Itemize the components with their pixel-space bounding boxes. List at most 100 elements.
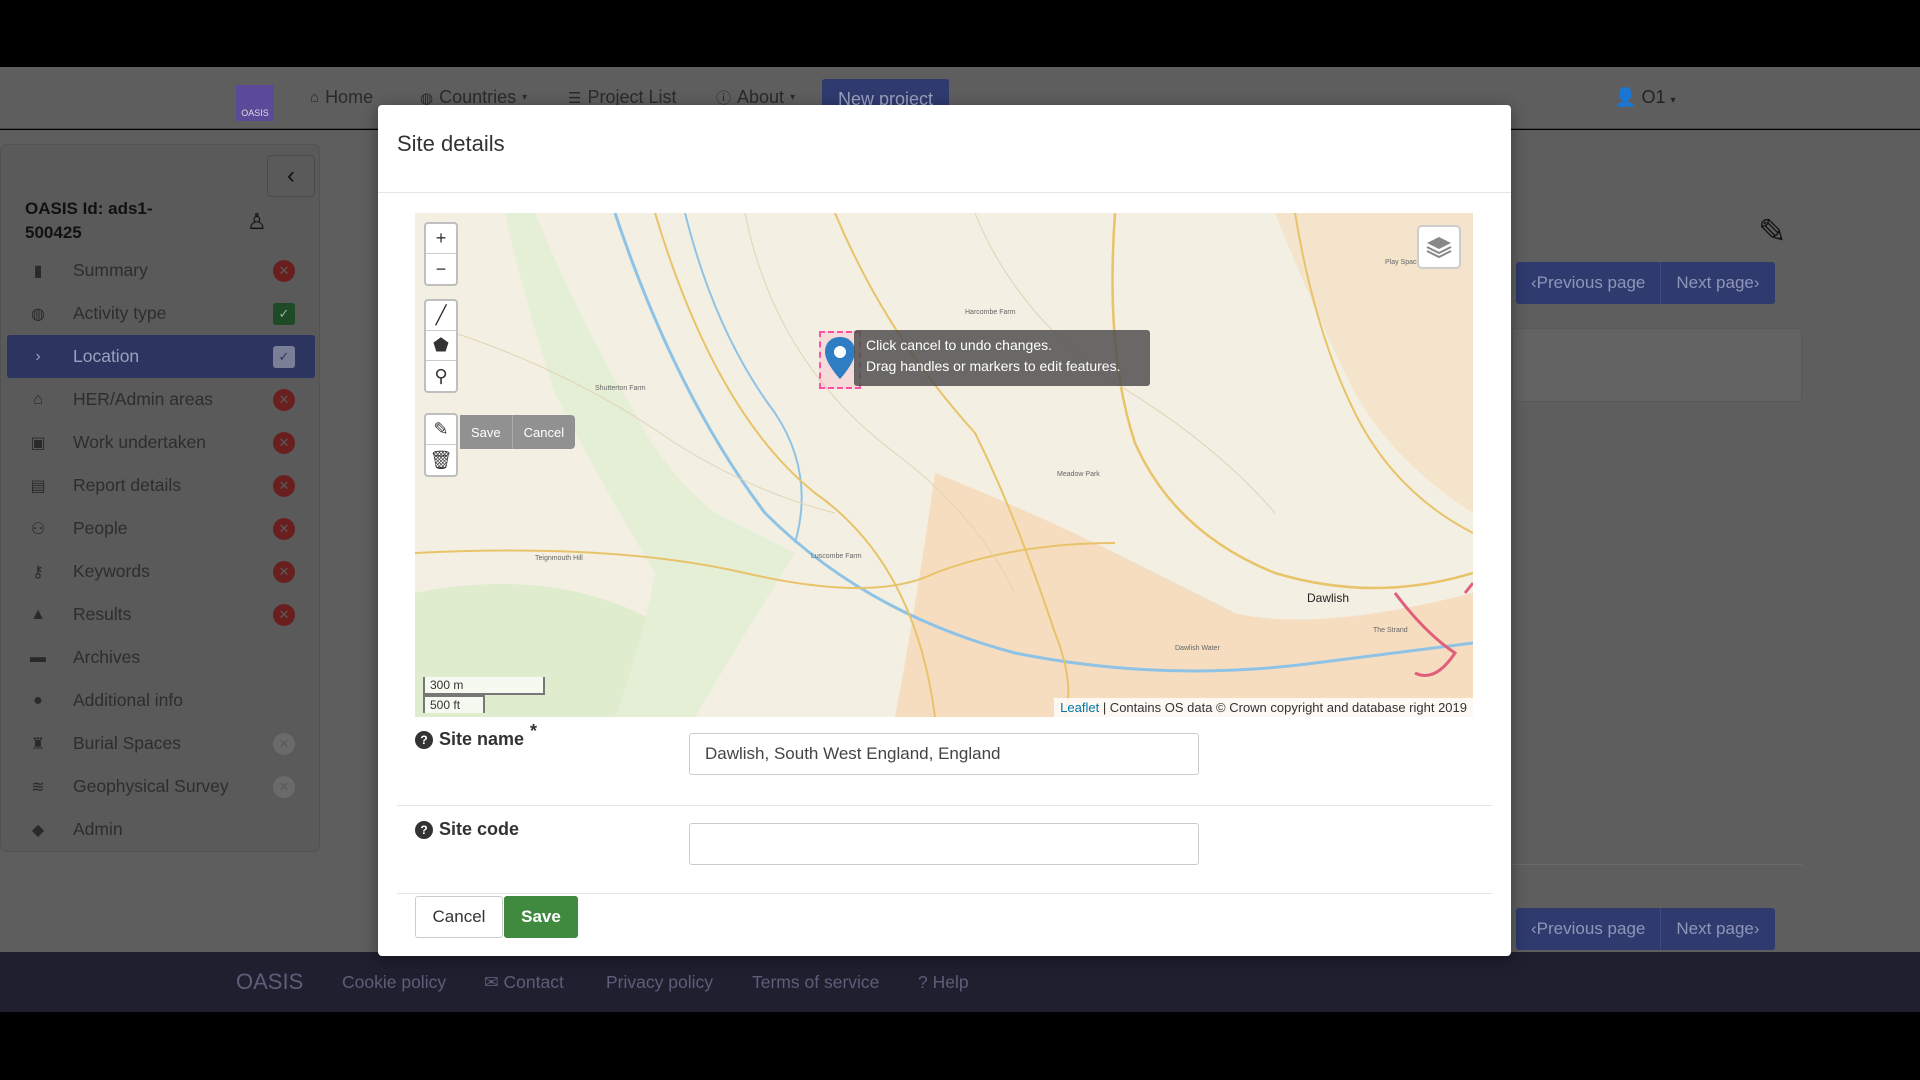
map-marker-icon[interactable] (825, 337, 855, 379)
graduation-cap-icon: ▲ (30, 605, 46, 623)
zoom-in-button[interactable]: + (426, 224, 456, 254)
tooltip-line-1: Click cancel to undo changes. (866, 337, 1052, 353)
envelope-icon: ✉ (484, 971, 499, 992)
sidebar-item-people[interactable]: ⚇ People ✕ (7, 507, 315, 550)
site-name-input[interactable]: Dawlish, South West England, England (689, 733, 1199, 775)
draw-polyline-icon[interactable]: ╱ (426, 301, 456, 331)
sidebar-item-location[interactable]: › Location ✓ (7, 335, 315, 378)
draw-marker-icon[interactable]: ⚲ (426, 361, 456, 391)
next-page-button[interactable]: Next page › (1661, 908, 1775, 950)
footer-contact-link[interactable]: ✉ Contact (484, 972, 564, 993)
incomplete-icon: ✕ (273, 259, 295, 282)
scale-metric: 300 m (423, 677, 545, 695)
row-divider (397, 805, 1492, 806)
sidebar-item-burial-spaces[interactable]: ♜ Burial Spaces ✕ (7, 722, 315, 765)
question-circle-icon[interactable]: ? (415, 730, 433, 749)
zoom-control: + − (424, 222, 458, 286)
map-town-label: Dawlish (1307, 591, 1350, 605)
sidebar-item-activity-type[interactable]: ◍ Activity type ✓ (7, 292, 315, 335)
pager-bottom: ‹ Previous page Next page › (1516, 908, 1775, 950)
previous-page-button[interactable]: ‹ Previous page (1516, 908, 1662, 950)
divider (1512, 864, 1802, 865)
layers-icon (1426, 237, 1452, 259)
required-mark: * (530, 721, 538, 741)
previous-page-button[interactable]: ‹ Previous page (1516, 262, 1662, 304)
site-name-label: ? Site name * (415, 721, 537, 750)
incomplete-icon: ✕ (273, 603, 295, 626)
attribution-text: | Contains OS data © Crown copyright and… (1099, 700, 1467, 715)
incomplete-icon: ✕ (273, 560, 295, 583)
footer-contact-label: Contact (503, 971, 564, 992)
sidebar-item-report-details[interactable]: ▤ Report details ✕ (7, 464, 315, 507)
map-edit-cancel-button[interactable]: Cancel (513, 415, 575, 449)
institution-icon: ⌂ (33, 390, 43, 408)
next-page-label: Next page (1676, 919, 1754, 938)
sidebar-item-label: Burial Spaces (73, 733, 181, 753)
sidebar-item-label: Additional info (73, 690, 183, 710)
footer-brand[interactable]: OASIS (236, 969, 303, 995)
nav-home[interactable]: ⌂ Home (310, 87, 373, 108)
map-place-label: Teignmouth Hill (535, 555, 583, 562)
sidebar-item-admin[interactable]: ◆ Admin (7, 808, 315, 851)
footer-privacy-link[interactable]: Privacy policy (606, 972, 713, 993)
briefcase-icon: ▣ (30, 434, 46, 452)
sidebar-item-additional-info[interactable]: ● Additional info (7, 679, 315, 722)
sidebar-item-label: Keywords (73, 561, 150, 581)
caret-down-icon: ▾ (790, 92, 796, 103)
question-icon: ? (918, 971, 928, 992)
globe-icon: ◍ (420, 89, 434, 107)
list-icon: ☰ (568, 89, 582, 107)
sidebar-item-label: People (73, 518, 128, 538)
modal-title: Site details (397, 131, 505, 156)
site-map[interactable]: Shutterton Farm Harcombe Farm Luscombe F… (415, 213, 1473, 717)
content-panel (1512, 328, 1802, 402)
incomplete-icon: ✕ (273, 431, 295, 454)
incomplete-icon: ✕ (273, 517, 295, 540)
cancel-button[interactable]: Cancel (415, 896, 503, 938)
footer-help-link[interactable]: ? Help (918, 972, 969, 993)
sidebar-item-keywords[interactable]: ⚷ Keywords ✕ (7, 550, 315, 593)
sidebar-item-geophysical-survey[interactable]: ≋ Geophysical Survey ✕ (7, 765, 315, 808)
complete-icon: ✓ (273, 302, 295, 325)
delete-layers-icon[interactable]: 🗑 (426, 445, 456, 475)
sidebar-item-work-undertaken[interactable]: ▣ Work undertaken ✕ (7, 421, 315, 464)
sidebar-item-summary[interactable]: ▮ Summary ✕ (7, 249, 315, 292)
sidebar-item-label: Archives (73, 647, 141, 667)
footer-cookie-link[interactable]: Cookie policy (342, 972, 446, 993)
chevron-left-icon: ‹ (287, 162, 295, 189)
site-code-input[interactable] (689, 823, 1199, 865)
map-scale: 300 m 500 ft (423, 677, 545, 713)
sidebar-item-label: Work undertaken (73, 432, 206, 452)
map-place-label: Play Space (1385, 259, 1421, 266)
sidebar-item-label: HER/Admin areas (73, 389, 214, 409)
map-place-label: Luscombe Farm (811, 553, 862, 560)
oasis-id: OASIS Id: ads1-500425 (25, 199, 153, 242)
info-icon: ● (33, 691, 43, 709)
next-page-button[interactable]: Next page › (1661, 262, 1775, 304)
sidebar-item-results[interactable]: ▲ Results ✕ (7, 593, 315, 636)
flask-icon: ♜ (30, 735, 46, 753)
question-circle-icon[interactable]: ? (415, 820, 433, 839)
sidebar-item-archives[interactable]: ▬ Archives (7, 636, 315, 679)
save-button[interactable]: Save (504, 896, 578, 938)
edit-actions: Save Cancel (460, 415, 576, 449)
sidebar-item-her-admin-areas[interactable]: ⌂ HER/Admin areas ✕ (7, 378, 315, 421)
home-icon: ⌂ (310, 89, 320, 106)
collapse-sidebar-button[interactable]: ‹ (267, 155, 315, 197)
footer-terms-link[interactable]: Terms of service (752, 972, 879, 993)
map-edit-save-button[interactable]: Save (460, 415, 513, 449)
key-icon: ⚷ (32, 563, 44, 581)
edit-layers-icon[interactable]: ✎ (426, 415, 456, 445)
edit-icon[interactable]: ✎ (1758, 212, 1787, 252)
zoom-out-button[interactable]: − (426, 254, 456, 284)
leaflet-link[interactable]: Leaflet (1060, 700, 1099, 715)
draw-polygon-icon[interactable]: ⬟ (426, 331, 456, 361)
caret-down-icon: ▾ (1670, 95, 1676, 106)
user-menu[interactable]: 👤 O1 ▾ (1614, 87, 1676, 108)
tooltip-line-2: Drag handles or markers to edit features… (866, 358, 1121, 374)
layers-control-button[interactable] (1417, 225, 1461, 269)
oasis-logo[interactable]: OASIS (236, 85, 274, 121)
map-place-label: The Strand (1373, 627, 1408, 634)
next-page-label: Next page (1676, 273, 1754, 292)
logo-text: OASIS (241, 108, 269, 118)
